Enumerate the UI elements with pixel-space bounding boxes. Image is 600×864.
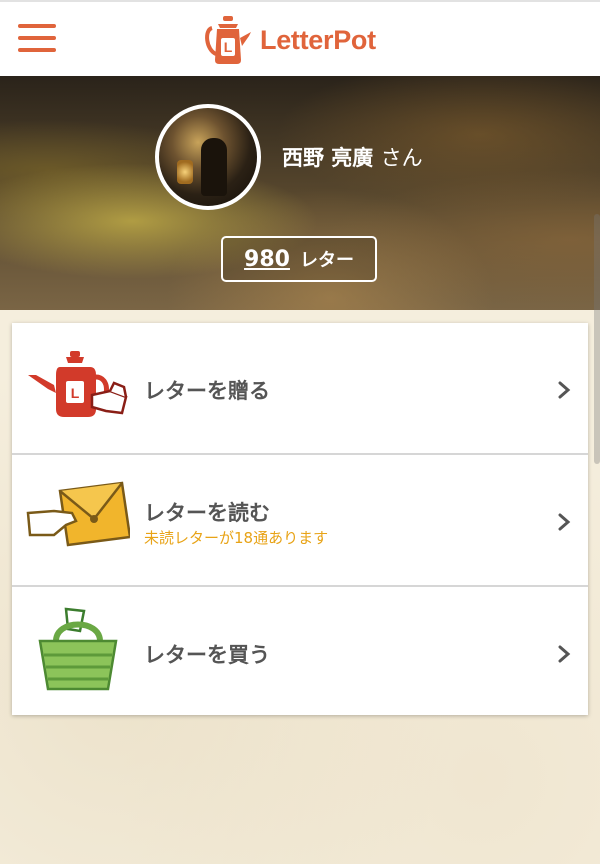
avatar[interactable]	[155, 104, 261, 210]
scrollbar[interactable]	[594, 214, 600, 464]
action-menu: L レターを贈る レターを読む 未読レターが18通あります レターを買う	[12, 323, 588, 715]
user-name-text: 西野 亮廣	[282, 146, 374, 170]
teapot-logo-icon: L	[205, 16, 251, 64]
letter-balance-button[interactable]: 980 レター	[221, 236, 377, 282]
unread-notice: 未読レターが18通あります	[144, 529, 329, 547]
buy-letter-label: レターを買う	[144, 643, 270, 667]
user-honorific: さん	[380, 146, 423, 170]
letter-balance-unit: レター	[299, 250, 354, 271]
chevron-right-icon	[558, 381, 571, 399]
menu-item-buy-letter[interactable]: レターを買う	[12, 585, 588, 715]
letter-balance-value: 980	[244, 246, 290, 272]
read-letter-label: レターを読む	[144, 501, 270, 525]
chevron-right-icon	[558, 645, 571, 663]
app-logo[interactable]: L LetterPot	[204, 14, 376, 66]
profile-banner: 西野 亮廣 さん 980 レター	[0, 76, 600, 310]
chevron-right-icon	[558, 513, 571, 531]
svg-text:L: L	[71, 385, 80, 401]
user-name: 西野 亮廣 さん	[282, 142, 423, 172]
menu-item-send-letter[interactable]: L レターを贈る	[12, 323, 588, 453]
teapot-gift-icon: L	[28, 351, 128, 417]
shopping-basket-icon	[38, 607, 118, 691]
menu-item-read-letter[interactable]: レターを読む 未読レターが18通あります	[12, 453, 588, 583]
app-header: L LetterPot	[0, 0, 600, 76]
logo-text: LetterPot	[260, 24, 376, 55]
logo-letter: L	[224, 39, 233, 55]
hamburger-menu-icon[interactable]	[18, 24, 56, 54]
envelope-hand-icon	[26, 481, 130, 547]
send-letter-label: レターを贈る	[144, 379, 270, 403]
